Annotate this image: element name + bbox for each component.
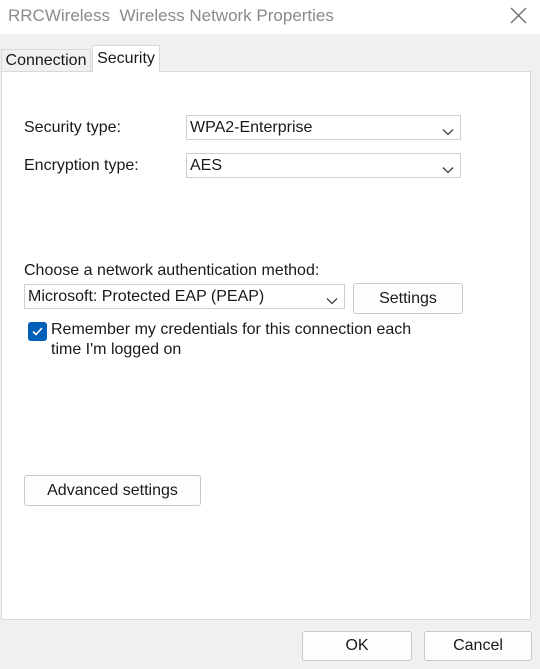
encryption-type-value: AES (190, 157, 223, 174)
title-bar: RRCWireless Wireless Network Properties (0, 0, 540, 34)
settings-button[interactable]: Settings (353, 283, 463, 314)
auth-method-dropdown[interactable]: Microsoft: Protected EAP (PEAP) (24, 284, 345, 309)
security-type-value: WPA2-Enterprise (190, 119, 313, 136)
ok-button[interactable]: OK (302, 631, 412, 661)
encryption-type-label: Encryption type: (24, 157, 139, 174)
remember-credentials-checkbox[interactable] (28, 322, 47, 341)
checkmark-icon (32, 327, 43, 336)
tab-strip: Connection Security (0, 34, 540, 72)
security-type-label: Security type: (24, 119, 121, 136)
chevron-down-icon (442, 122, 454, 136)
advanced-settings-button[interactable]: Advanced settings (24, 475, 201, 506)
close-icon[interactable] (506, 4, 530, 28)
cancel-button[interactable]: Cancel (424, 631, 532, 661)
tab-security[interactable]: Security (92, 45, 160, 72)
encryption-type-dropdown[interactable]: AES (186, 153, 461, 178)
remember-credentials-label[interactable]: Remember my credentials for this connect… (51, 320, 431, 360)
dialog-footer: OK Cancel (0, 620, 540, 669)
window-title: RRCWireless Wireless Network Properties (8, 6, 334, 25)
security-type-dropdown[interactable]: WPA2-Enterprise (186, 115, 461, 140)
auth-method-value: Microsoft: Protected EAP (PEAP) (28, 288, 265, 305)
auth-method-label: Choose a network authentication method: (24, 262, 320, 279)
tab-connection[interactable]: Connection (1, 49, 91, 71)
chevron-down-icon (442, 160, 454, 174)
chevron-down-icon (326, 291, 338, 305)
